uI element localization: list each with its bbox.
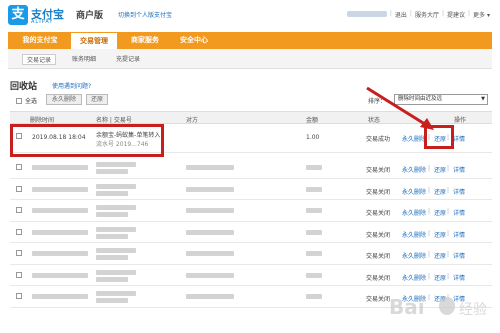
svg-text:Bai: Bai <box>389 295 425 319</box>
annotation-arrow-icon <box>366 86 434 130</box>
watermark-logo: Bai 经验 <box>389 295 487 319</box>
svg-text:经验: 经验 <box>459 302 487 318</box>
